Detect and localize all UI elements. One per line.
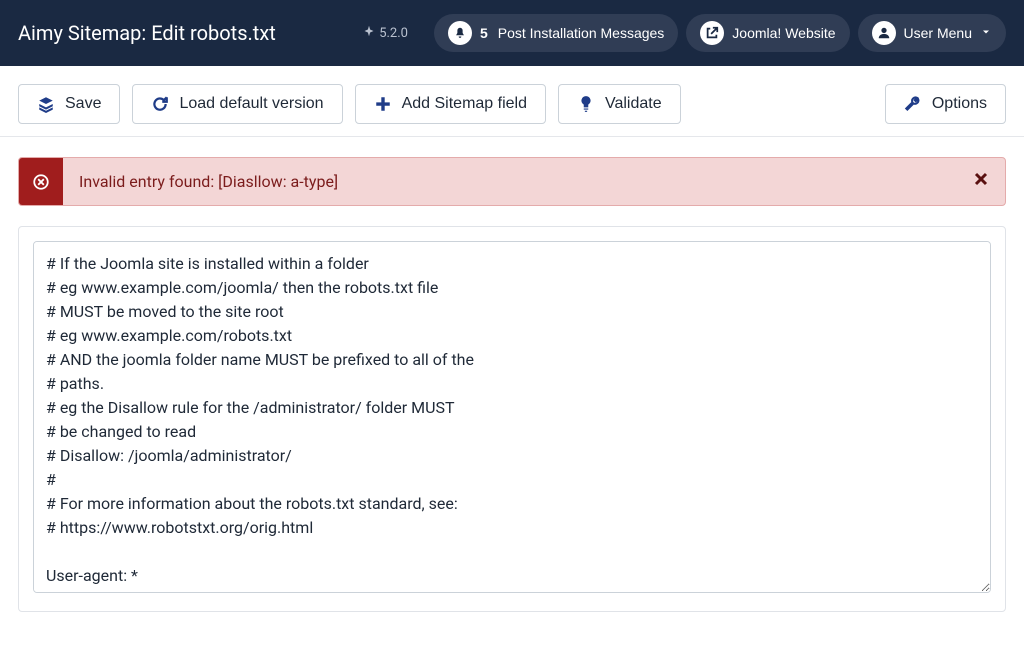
toolbar: Save Load default version Add Sitemap fi… [0, 66, 1024, 137]
load-default-button[interactable]: Load default version [132, 84, 342, 124]
lightbulb-icon [577, 95, 595, 113]
notifications-label: Post Installation Messages [498, 25, 665, 41]
refresh-icon [151, 95, 169, 113]
error-icon [19, 158, 63, 205]
editor-card [18, 226, 1006, 612]
version-text: 5.2.0 [379, 26, 408, 41]
external-link-icon [700, 21, 724, 45]
website-button[interactable]: Joomla! Website [686, 14, 849, 52]
options-label: Options [932, 95, 987, 113]
header: Aimy Sitemap: Edit robots.txt 5.2.0 5 Po… [0, 0, 1024, 66]
toolbar-spacer [693, 84, 873, 124]
add-sitemap-button[interactable]: Add Sitemap field [355, 84, 546, 124]
save-label: Save [65, 95, 101, 113]
notifications-button[interactable]: 5 Post Installation Messages [434, 14, 678, 52]
validate-label: Validate [605, 95, 662, 113]
alert-close-button[interactable] [957, 159, 1005, 204]
add-sitemap-label: Add Sitemap field [402, 95, 527, 113]
plus-icon [374, 95, 392, 113]
page-title: Aimy Sitemap: Edit robots.txt [18, 21, 363, 45]
save-button[interactable]: Save [18, 84, 120, 124]
robots-textarea[interactable] [33, 241, 991, 593]
chevron-down-icon [980, 25, 992, 41]
save-icon [37, 95, 55, 113]
website-label: Joomla! Website [732, 25, 835, 41]
close-icon [973, 171, 989, 191]
user-menu-button[interactable]: User Menu [858, 14, 1006, 52]
notifications-count: 5 [480, 25, 488, 41]
alert-message: Invalid entry found: [Diasllow: a-type] [63, 158, 957, 205]
options-button[interactable]: Options [885, 84, 1006, 124]
load-default-label: Load default version [179, 95, 323, 113]
joomla-icon [363, 25, 375, 41]
wrench-icon [904, 95, 922, 113]
error-alert: Invalid entry found: [Diasllow: a-type] [18, 157, 1006, 206]
validate-button[interactable]: Validate [558, 84, 681, 124]
bell-icon [448, 21, 472, 45]
user-icon [872, 21, 896, 45]
user-menu-label: User Menu [904, 25, 972, 41]
content-area: Invalid entry found: [Diasllow: a-type] [0, 137, 1024, 632]
joomla-version: 5.2.0 [363, 25, 408, 41]
